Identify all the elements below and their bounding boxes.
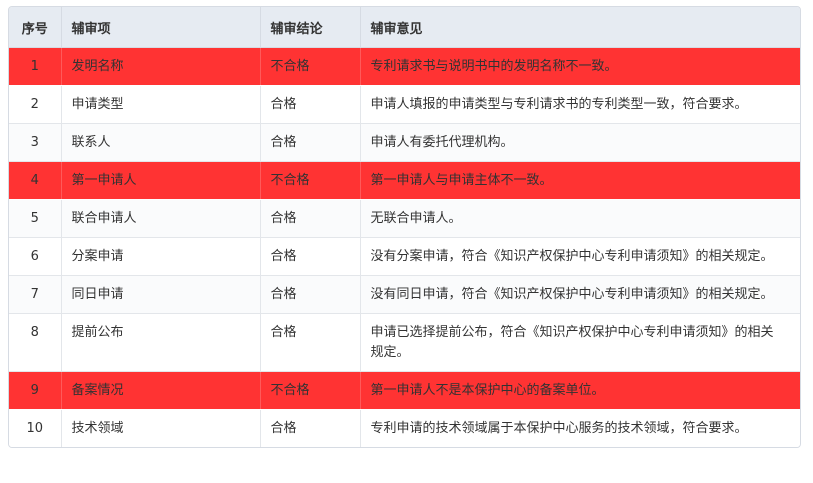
table-row: 6 分案申请 合格 没有分案申请，符合《知识产权保护中心专利申请须知》的相关规定…	[9, 237, 800, 276]
table-row: 8 提前公布 合格 申请已选择提前公布，符合《知识产权保护中心专利申请须知》的相…	[9, 313, 800, 372]
table-row: 1 发明名称 不合格 专利请求书与说明书中的发明名称不一致。	[9, 47, 800, 86]
row-item: 发明名称	[61, 47, 261, 86]
row-index: 1	[9, 47, 62, 86]
row-opinion: 没有同日申请，符合《知识产权保护中心专利申请须知》的相关规定。	[360, 275, 800, 314]
table-row: 2 申请类型 合格 申请人填报的申请类型与专利请求书的专利类型一致，符合要求。	[9, 85, 800, 124]
row-item: 备案情况	[61, 371, 261, 410]
row-index: 10	[9, 409, 62, 447]
row-result: 合格	[260, 123, 361, 162]
row-result: 合格	[260, 275, 361, 314]
table-row: 10 技术领域 合格 专利申请的技术领域属于本保护中心服务的技术领域，符合要求。	[9, 409, 800, 447]
row-result: 合格	[260, 409, 361, 447]
row-index: 4	[9, 161, 62, 200]
row-result: 不合格	[260, 47, 361, 86]
row-index: 5	[9, 199, 62, 238]
row-index: 6	[9, 237, 62, 276]
row-item: 提前公布	[61, 313, 261, 372]
row-opinion: 申请人填报的申请类型与专利请求书的专利类型一致，符合要求。	[360, 85, 800, 124]
review-table-container: 序号 辅审项 辅审结论 辅审意见 1 发明名称 不合格 专利请求书与说明书中的发…	[8, 6, 801, 448]
row-result: 合格	[260, 199, 361, 238]
table-row: 7 同日申请 合格 没有同日申请，符合《知识产权保护中心专利申请须知》的相关规定…	[9, 275, 800, 314]
row-opinion: 第一申请人与申请主体不一致。	[360, 161, 800, 200]
row-opinion: 申请人有委托代理机构。	[360, 123, 800, 162]
row-opinion: 第一申请人不是本保护中心的备案单位。	[360, 371, 800, 410]
table-row: 3 联系人 合格 申请人有委托代理机构。	[9, 123, 800, 162]
header-result: 辅审结论	[260, 7, 361, 48]
row-item: 联合申请人	[61, 199, 261, 238]
row-opinion: 专利请求书与说明书中的发明名称不一致。	[360, 47, 800, 86]
row-result: 不合格	[260, 161, 361, 200]
row-result: 不合格	[260, 371, 361, 410]
review-table: 序号 辅审项 辅审结论 辅审意见 1 发明名称 不合格 专利请求书与说明书中的发…	[9, 7, 800, 447]
table-row: 4 第一申请人 不合格 第一申请人与申请主体不一致。	[9, 161, 800, 200]
table-header-row: 序号 辅审项 辅审结论 辅审意见	[9, 7, 800, 48]
header-index: 序号	[9, 7, 62, 48]
row-index: 9	[9, 371, 62, 410]
header-item: 辅审项	[61, 7, 261, 48]
row-result: 合格	[260, 237, 361, 276]
row-item: 分案申请	[61, 237, 261, 276]
row-item: 第一申请人	[61, 161, 261, 200]
header-opinion: 辅审意见	[360, 7, 800, 48]
row-opinion: 专利申请的技术领域属于本保护中心服务的技术领域，符合要求。	[360, 409, 800, 447]
row-item: 联系人	[61, 123, 261, 162]
row-item: 申请类型	[61, 85, 261, 124]
row-result: 合格	[260, 85, 361, 124]
row-opinion: 申请已选择提前公布，符合《知识产权保护中心专利申请须知》的相关规定。	[360, 313, 800, 372]
row-index: 8	[9, 313, 62, 372]
row-opinion: 没有分案申请，符合《知识产权保护中心专利申请须知》的相关规定。	[360, 237, 800, 276]
table-row: 9 备案情况 不合格 第一申请人不是本保护中心的备案单位。	[9, 371, 800, 410]
row-index: 2	[9, 85, 62, 124]
row-item: 同日申请	[61, 275, 261, 314]
row-index: 7	[9, 275, 62, 314]
row-index: 3	[9, 123, 62, 162]
row-item: 技术领域	[61, 409, 261, 447]
row-opinion: 无联合申请人。	[360, 199, 800, 238]
row-result: 合格	[260, 313, 361, 372]
table-row: 5 联合申请人 合格 无联合申请人。	[9, 199, 800, 238]
